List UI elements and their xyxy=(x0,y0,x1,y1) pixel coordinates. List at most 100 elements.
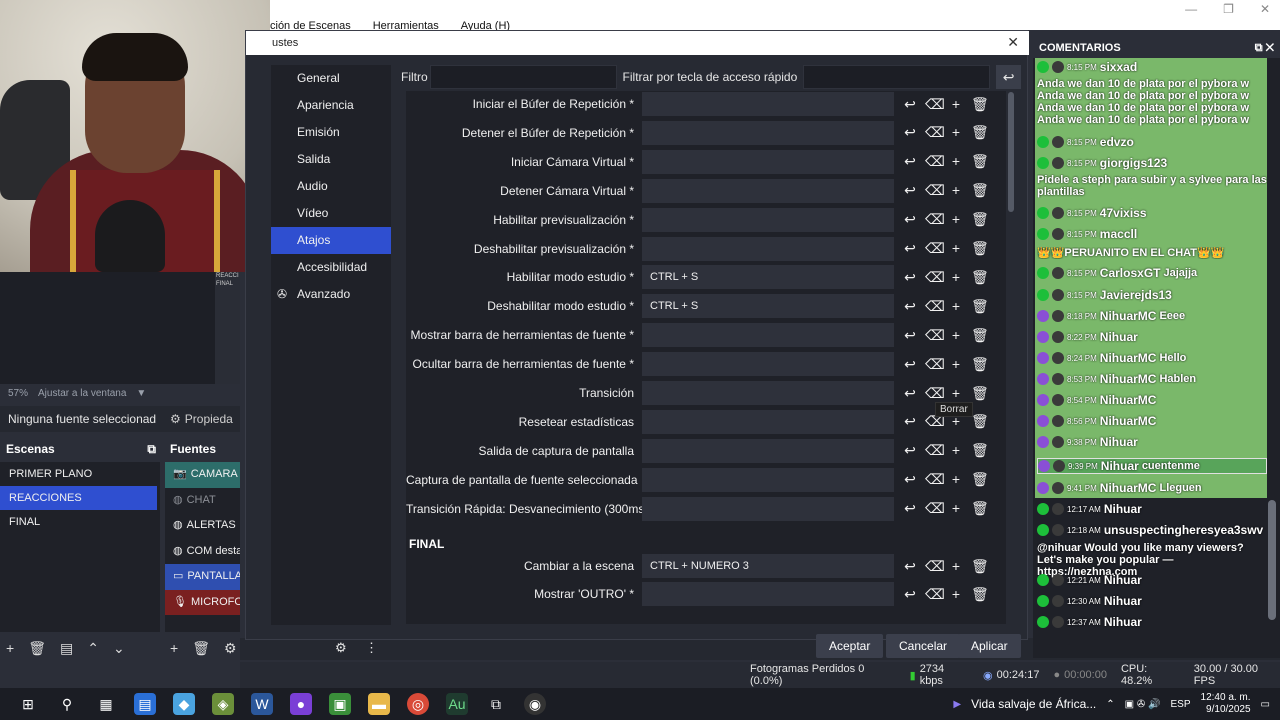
trash-icon[interactable]: 🗑 xyxy=(971,385,989,402)
undock-icon[interactable]: ⧉ xyxy=(147,442,156,460)
hotkey-input[interactable] xyxy=(642,92,894,116)
trash-icon[interactable]: 🗑 xyxy=(971,182,989,199)
scene-item[interactable]: PRIMER PLANO xyxy=(0,462,160,486)
apply-button[interactable]: Aplicar xyxy=(958,634,1021,658)
trash-icon[interactable]: 🗑 xyxy=(971,269,989,286)
close-icon[interactable]: ✕ xyxy=(1260,2,1270,16)
add-icon[interactable]: + xyxy=(948,298,964,315)
filter-key-input[interactable] xyxy=(803,65,991,89)
hotkey-input[interactable] xyxy=(642,352,894,377)
chevron-down-icon[interactable]: ⌄ xyxy=(113,640,125,657)
add-icon[interactable]: + xyxy=(948,385,964,402)
hotkey-input[interactable] xyxy=(642,236,894,261)
hotkey-input[interactable] xyxy=(642,467,894,492)
clear-icon[interactable]: ⌫ xyxy=(925,269,945,286)
clear-icon[interactable]: ⌫ xyxy=(925,558,945,575)
add-icon[interactable]: + xyxy=(948,96,964,113)
undock-icon[interactable]: ⧉ ✕ xyxy=(1255,42,1274,55)
add-icon[interactable]: + xyxy=(948,153,964,170)
source-item[interactable]: ◍ ALERTAS xyxy=(165,513,240,539)
ok-button[interactable]: Aceptar xyxy=(816,634,884,658)
trash-icon[interactable]: 🗑 xyxy=(971,558,989,575)
revert-icon[interactable]: ↩ xyxy=(902,182,918,199)
close-icon[interactable]: ✕ xyxy=(1007,34,1019,51)
trash-icon[interactable]: 🗑 xyxy=(192,640,210,657)
minimize-icon[interactable]: — xyxy=(1185,2,1197,16)
clear-icon[interactable]: ⌫ xyxy=(925,442,945,459)
app-icon[interactable]: ▣ xyxy=(329,693,351,715)
word-icon[interactable]: W xyxy=(251,693,273,715)
undo-icon[interactable]: ↩ xyxy=(996,65,1021,89)
add-icon[interactable]: + xyxy=(948,500,964,517)
add-icon[interactable]: + xyxy=(948,211,964,228)
add-icon[interactable]: + xyxy=(948,442,964,459)
scrollbar[interactable] xyxy=(1008,92,1014,212)
clear-icon[interactable]: ⌫ xyxy=(925,124,945,141)
trash-icon[interactable]: 🗑 xyxy=(971,442,989,459)
windows-start-icon[interactable]: ⊞ xyxy=(17,693,39,715)
nav-item-general[interactable]: ⚙General xyxy=(271,65,391,92)
app-icon[interactable]: ⧉ xyxy=(485,693,507,715)
clear-icon[interactable]: ⌫ xyxy=(925,471,945,488)
add-icon[interactable]: + xyxy=(948,471,964,488)
clear-icon[interactable]: ⌫ xyxy=(925,153,945,170)
search-icon[interactable]: ⚲ xyxy=(56,693,78,715)
hotkey-input[interactable] xyxy=(642,582,894,606)
add-icon[interactable]: + xyxy=(948,182,964,199)
revert-icon[interactable]: ↩ xyxy=(902,211,918,228)
app-icon[interactable]: ● xyxy=(290,693,312,715)
add-icon[interactable]: + xyxy=(948,327,964,344)
maximize-icon[interactable]: ❐ xyxy=(1223,2,1234,16)
trash-icon[interactable]: 🗑 xyxy=(971,327,989,344)
source-item[interactable]: 🎙MICROFON xyxy=(165,589,240,615)
mixer-settings-icon[interactable]: ⚙ xyxy=(335,640,347,656)
clear-icon[interactable]: ⌫ xyxy=(925,327,945,344)
filter-input[interactable] xyxy=(429,65,617,89)
hotkey-input[interactable] xyxy=(642,381,894,405)
trash-icon[interactable]: 🗑 xyxy=(971,413,989,430)
revert-icon[interactable]: ↩ xyxy=(902,500,918,517)
app-icon[interactable]: ◆ xyxy=(173,693,195,715)
revert-icon[interactable]: ↩ xyxy=(902,413,918,430)
scene-item[interactable]: REACCIONES xyxy=(0,486,157,510)
nav-item-audio[interactable]: ♪Audio xyxy=(271,173,391,200)
media-icon[interactable]: ▶ xyxy=(953,699,961,710)
task-view-icon[interactable]: ▦ xyxy=(95,693,117,715)
chevron-down-icon[interactable]: ▼ xyxy=(136,388,146,399)
nav-item-avanzado[interactable]: ✇ Avanzado xyxy=(271,281,391,308)
audition-icon[interactable]: Au xyxy=(446,693,468,715)
revert-icon[interactable]: ↩ xyxy=(902,356,918,373)
revert-icon[interactable]: ↩ xyxy=(902,298,918,315)
nav-item-salida[interactable]: ▣Salida xyxy=(271,146,391,173)
add-icon[interactable]: + xyxy=(948,240,964,257)
hotkeys-list[interactable]: Iniciar el Búfer de Repetición * ↩ ⌫ + 🗑 Dete… xyxy=(406,91,1006,624)
source-item[interactable]: ▭ PANTALLA xyxy=(165,564,240,590)
clear-icon[interactable]: ⌫ xyxy=(925,211,945,228)
clear-icon[interactable]: ⌫ xyxy=(925,182,945,199)
trash-icon[interactable]: 🗑 xyxy=(971,471,989,488)
properties-button[interactable]: ⚙ Propieda xyxy=(170,412,233,426)
obs-icon[interactable]: ◉ xyxy=(524,693,546,715)
revert-icon[interactable]: ↩ xyxy=(902,240,918,257)
add-source-icon[interactable]: + xyxy=(170,640,178,656)
source-item[interactable]: ◍ CHAT xyxy=(165,488,240,514)
source-item[interactable]: ◍ COM desta xyxy=(165,539,240,565)
chevron-up-icon[interactable]: ⌃ xyxy=(1106,699,1114,710)
revert-icon[interactable]: ↩ xyxy=(902,327,918,344)
clear-icon[interactable]: ⌫ xyxy=(925,240,945,257)
calculator-icon[interactable]: ▤ xyxy=(134,693,156,715)
hotkey-input[interactable] xyxy=(642,409,894,434)
revert-icon[interactable]: ↩ xyxy=(902,586,918,603)
revert-icon[interactable]: ↩ xyxy=(902,442,918,459)
chrome-icon[interactable]: ◎ xyxy=(407,693,429,715)
hotkey-input[interactable] xyxy=(642,149,894,174)
cancel-button[interactable]: Cancelar xyxy=(886,634,961,658)
trash-icon[interactable]: 🗑 xyxy=(971,153,989,170)
add-icon[interactable]: + xyxy=(948,356,964,373)
hotkey-input[interactable] xyxy=(642,207,894,232)
trash-icon[interactable]: 🗑 xyxy=(971,298,989,315)
preview-canvas[interactable] xyxy=(0,272,240,384)
hotkey-input[interactable] xyxy=(642,323,894,348)
trash-icon[interactable]: 🗑 xyxy=(971,356,989,373)
revert-icon[interactable]: ↩ xyxy=(902,153,918,170)
